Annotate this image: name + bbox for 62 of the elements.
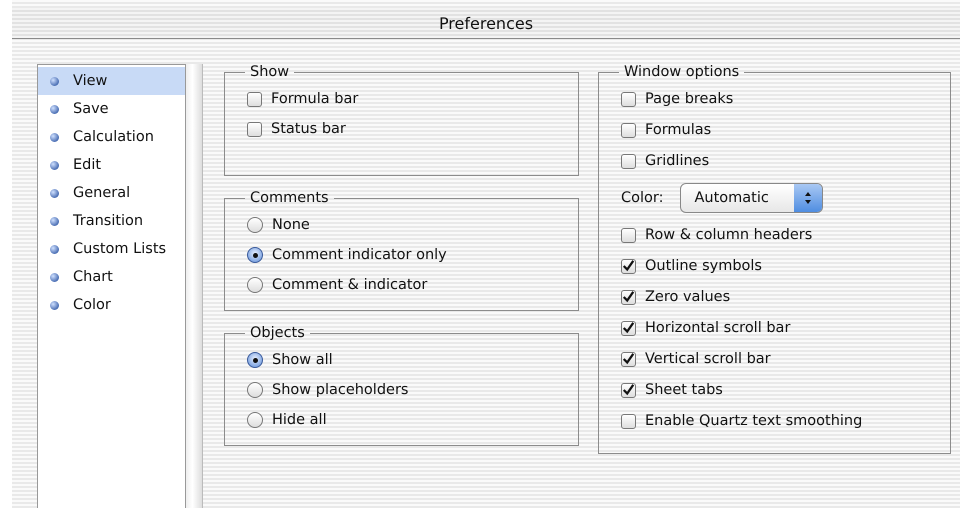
checkbox[interactable] [247, 92, 262, 106]
popup-label: Color: [621, 190, 664, 206]
sidebar-item[interactable]: Custom Lists [38, 235, 185, 263]
bullet-icon [50, 132, 59, 142]
checkbox-label[interactable]: Formulas [645, 122, 712, 138]
sidebar-item[interactable]: Chart [38, 263, 185, 291]
checkbox-label[interactable]: Formula bar [271, 91, 358, 107]
checkbox[interactable] [621, 290, 636, 304]
sidebar-item[interactable]: Edit [38, 151, 185, 179]
radio-label[interactable]: Comment & indicator [272, 277, 428, 293]
radio-button[interactable] [247, 277, 263, 293]
checkbox[interactable] [247, 122, 262, 136]
checkbox-label[interactable]: Outline symbols [645, 258, 762, 274]
checkbox-label[interactable]: Vertical scroll bar [645, 351, 771, 367]
checkbox-label[interactable]: Enable Quartz text smoothing [645, 413, 862, 429]
checkbox[interactable] [621, 382, 636, 398]
window-title: Preferences [438, 14, 534, 32]
sidebar-item[interactable]: Color [38, 291, 185, 319]
bullet-icon [50, 160, 59, 170]
group-title: Comments [249, 190, 330, 206]
checkbox-label[interactable]: Page breaks [645, 91, 734, 107]
sidebar-item[interactable]: Save [38, 95, 185, 123]
sidebar-item[interactable]: View [38, 67, 185, 95]
checkbox-label[interactable]: Gridlines [645, 153, 710, 169]
checkbox-label[interactable]: Horizontal scroll bar [645, 320, 790, 336]
bullet-icon [50, 300, 59, 310]
checkbox[interactable] [621, 154, 636, 168]
checkbox[interactable] [621, 92, 636, 106]
radio-label[interactable]: Hide all [272, 412, 327, 428]
radio-button[interactable] [247, 247, 263, 263]
radio-button[interactable] [247, 412, 263, 428]
sidebar-item[interactable]: General [38, 179, 185, 207]
group-title: Show [249, 64, 290, 80]
checkbox[interactable] [621, 414, 636, 428]
checkbox[interactable] [621, 258, 636, 274]
radio-button[interactable] [247, 382, 263, 398]
checkbox-label[interactable]: Sheet tabs [645, 382, 723, 398]
group-title: Objects [249, 325, 306, 341]
bullet-icon [50, 244, 59, 254]
checkbox-label[interactable]: Row & column headers [645, 227, 812, 243]
checkbox[interactable] [621, 228, 636, 242]
stepper-arrows-icon [804, 191, 812, 205]
sidebar-item[interactable]: Calculation [38, 123, 185, 151]
bullet-icon [50, 104, 59, 114]
bullet-icon [50, 272, 59, 282]
checkbox-label[interactable]: Zero values [645, 289, 730, 305]
radio-button[interactable] [247, 352, 263, 368]
checkbox[interactable] [621, 352, 636, 366]
color-popup[interactable]: Automatic [680, 183, 822, 213]
bullet-icon [50, 188, 59, 198]
radio-label[interactable]: Show placeholders [272, 382, 408, 398]
radio-button[interactable] [247, 217, 263, 233]
bullet-icon [50, 216, 59, 226]
checkbox[interactable] [621, 320, 636, 336]
radio-label[interactable]: Comment indicator only [272, 247, 447, 263]
checkbox-label[interactable]: Status bar [271, 121, 346, 137]
radio-label[interactable]: None [272, 217, 310, 233]
bullet-icon [50, 76, 59, 86]
group-title: Window options [623, 64, 740, 80]
radio-label[interactable]: Show all [272, 352, 333, 368]
sidebar-item[interactable]: Transition [38, 207, 185, 235]
checkbox[interactable] [621, 122, 636, 138]
